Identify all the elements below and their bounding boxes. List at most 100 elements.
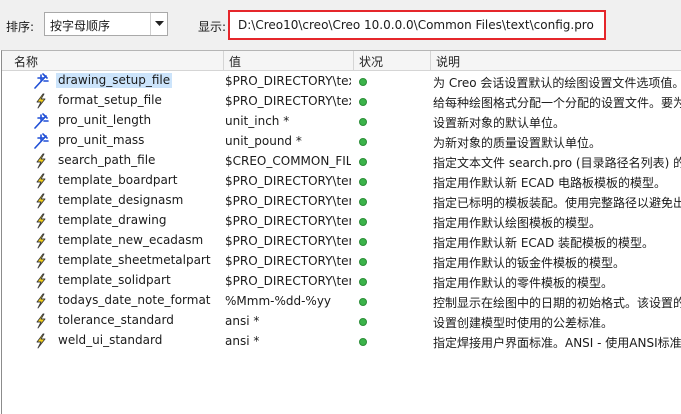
status-indicator xyxy=(359,118,367,126)
option-value[interactable]: ansi * xyxy=(225,314,351,328)
status-indicator xyxy=(359,338,367,346)
list-header: 名称 值 状况 说明 xyxy=(2,51,681,71)
table-row[interactable]: drawing_setup_file $PRO_DIRECTORY\text 为 C… xyxy=(2,71,681,91)
status-indicator xyxy=(359,78,367,86)
config-path-text: D:\Creo10\creo\Creo 10.0.0.0\Common File… xyxy=(238,18,594,32)
sort-dropdown-value: 按字母顺序 xyxy=(50,19,111,33)
option-description: 为 Creo 会话设置默认的绘图设置文件选项值。 xyxy=(433,76,681,90)
status-indicator xyxy=(359,258,367,266)
table-row[interactable]: template_boardpart $PRO_DIRECTORY\templat… xyxy=(2,171,681,191)
lightning-icon xyxy=(32,333,50,349)
option-description: 控制显示在绘图中的日期的初始格式。该设置的 xyxy=(433,296,681,310)
option-value[interactable]: $PRO_DIRECTORY\text xyxy=(225,74,351,88)
option-value[interactable]: unit_inch * xyxy=(225,114,351,128)
chevron-down-icon[interactable] xyxy=(150,13,167,35)
status-indicator xyxy=(359,278,367,286)
column-divider[interactable] xyxy=(223,51,224,70)
lightning-icon xyxy=(32,273,50,289)
table-row[interactable]: template_designasm $PRO_DIRECTORY\templat… xyxy=(2,191,681,211)
option-name[interactable]: template_new_ecadasm xyxy=(56,233,205,248)
option-description: 指定用作默认绘图模板的模型。 xyxy=(433,216,602,230)
status-indicator xyxy=(359,198,367,206)
status-indicator xyxy=(359,318,367,326)
lightning-icon xyxy=(32,213,50,229)
option-name[interactable]: search_path_file xyxy=(56,153,157,168)
option-name[interactable]: weld_ui_standard xyxy=(56,333,164,348)
star-burst-icon xyxy=(32,113,50,129)
option-name[interactable]: template_designasm xyxy=(56,193,185,208)
option-value[interactable]: $PRO_DIRECTORY\templates xyxy=(225,194,351,208)
status-indicator xyxy=(359,298,367,306)
status-indicator xyxy=(359,138,367,146)
table-row[interactable]: pro_unit_mass unit_pound * 为新对象的质量设置默认单位。 xyxy=(2,131,681,151)
option-description: 设置创建模型时使用的公差标准。 xyxy=(433,316,614,330)
column-divider[interactable] xyxy=(353,51,354,70)
option-description: 设置新对象的默认单位。 xyxy=(433,116,566,130)
option-value[interactable]: %Mmm-%dd-%yy xyxy=(225,294,351,308)
option-name[interactable]: pro_unit_mass xyxy=(56,133,146,148)
option-description: 给每种绘图格式分配一个分配的设置文件。要为 xyxy=(433,96,681,110)
lightning-icon xyxy=(32,193,50,209)
status-indicator xyxy=(359,238,367,246)
option-value[interactable]: $PRO_DIRECTORY\templates xyxy=(225,234,351,248)
sort-label: 排序: xyxy=(6,20,35,34)
table-row[interactable]: pro_unit_length unit_inch * 设置新对象的默认单位。 xyxy=(2,111,681,131)
option-value[interactable]: ansi * xyxy=(225,334,351,348)
option-value[interactable]: $CREO_COMMON_FILES xyxy=(225,154,351,168)
star-burst-icon xyxy=(32,133,50,149)
option-value[interactable]: $PRO_DIRECTORY\templates xyxy=(225,254,351,268)
option-name[interactable]: drawing_setup_file xyxy=(56,73,173,88)
lightning-icon xyxy=(32,153,50,169)
table-row[interactable]: template_drawing $PRO_DIRECTORY\templates… xyxy=(2,211,681,231)
option-value[interactable]: $PRO_DIRECTORY\templates xyxy=(225,174,351,188)
lightning-icon xyxy=(32,293,50,309)
column-header-description[interactable]: 说明 xyxy=(436,53,460,70)
table-row[interactable]: tolerance_standard ansi * 设置创建模型时使用的公差标准。 xyxy=(2,311,681,331)
option-name[interactable]: template_drawing xyxy=(56,213,168,228)
option-name[interactable]: todays_date_note_format xyxy=(56,293,213,308)
status-indicator xyxy=(359,98,367,106)
table-row[interactable]: weld_ui_standard ansi * 指定焊接用户界面标准。ANSI - … xyxy=(2,331,681,351)
lightning-icon xyxy=(32,93,50,109)
table-row[interactable]: search_path_file $CREO_COMMON_FILES 指定文本文件… xyxy=(2,151,681,171)
config-path-field[interactable]: D:\Creo10\creo\Creo 10.0.0.0\Common File… xyxy=(228,10,606,40)
status-indicator xyxy=(359,178,367,186)
option-description: 指定用作默认的零件模板的模型。 xyxy=(433,276,614,290)
lightning-icon xyxy=(32,313,50,329)
show-label: 显示: xyxy=(198,20,227,34)
option-description: 指定文本文件 search.pro (目录路径名列表) 的 xyxy=(433,156,681,170)
option-name[interactable]: template_boardpart xyxy=(56,173,179,188)
table-row[interactable]: template_solidpart $PRO_DIRECTORY\templat… xyxy=(2,271,681,291)
option-value[interactable]: $PRO_DIRECTORY\text xyxy=(225,94,351,108)
table-row[interactable]: template_new_ecadasm $PRO_DIRECTORY\templ… xyxy=(2,231,681,251)
option-name[interactable]: template_solidpart xyxy=(56,273,173,288)
option-value[interactable]: $PRO_DIRECTORY\templates xyxy=(225,214,351,228)
option-description: 指定已标明的模板装配。使用完整路径以避免出 xyxy=(433,196,681,210)
lightning-icon xyxy=(32,233,50,249)
table-row[interactable]: todays_date_note_format %Mmm-%dd-%yy 控制显示在… xyxy=(2,291,681,311)
table-row[interactable]: template_sheetmetalpart $PRO_DIRECTORY\te… xyxy=(2,251,681,271)
option-name[interactable]: pro_unit_length xyxy=(56,113,153,128)
column-divider[interactable] xyxy=(430,51,431,70)
column-header-value[interactable]: 值 xyxy=(229,53,241,70)
option-value[interactable]: $PRO_DIRECTORY\templates xyxy=(225,274,351,288)
column-header-name[interactable]: 名称 xyxy=(14,53,38,70)
config-options-list[interactable]: 名称 值 状况 说明 drawing_setup_file $PRO_DIRECT… xyxy=(1,50,681,414)
option-name[interactable]: tolerance_standard xyxy=(56,313,176,328)
option-name[interactable]: format_setup_file xyxy=(56,93,164,108)
table-row[interactable]: format_setup_file $PRO_DIRECTORY\text 给每种绘… xyxy=(2,91,681,111)
option-description: 指定焊接用户界面标准。ANSI - 使用ANSI标准 xyxy=(433,336,681,350)
option-name[interactable]: template_sheetmetalpart xyxy=(56,253,213,268)
option-description: 指定用作默认新 ECAD 装配模板的模型。 xyxy=(433,236,655,250)
option-description: 指定用作默认新 ECAD 电路板模板的模型。 xyxy=(433,176,667,190)
status-indicator xyxy=(359,218,367,226)
option-description: 指定用作默认的钣金件模板的模型。 xyxy=(433,256,626,270)
option-value[interactable]: unit_pound * xyxy=(225,134,351,148)
lightning-icon xyxy=(32,173,50,189)
star-burst-icon xyxy=(32,73,50,89)
column-header-status[interactable]: 状况 xyxy=(359,53,383,70)
toolbar: 排序: 按字母顺序 显示: D:\Creo10\creo\Creo 10.0.0… xyxy=(0,0,681,50)
status-indicator xyxy=(359,158,367,166)
sort-dropdown[interactable]: 按字母顺序 xyxy=(44,12,168,36)
lightning-icon xyxy=(32,253,50,269)
